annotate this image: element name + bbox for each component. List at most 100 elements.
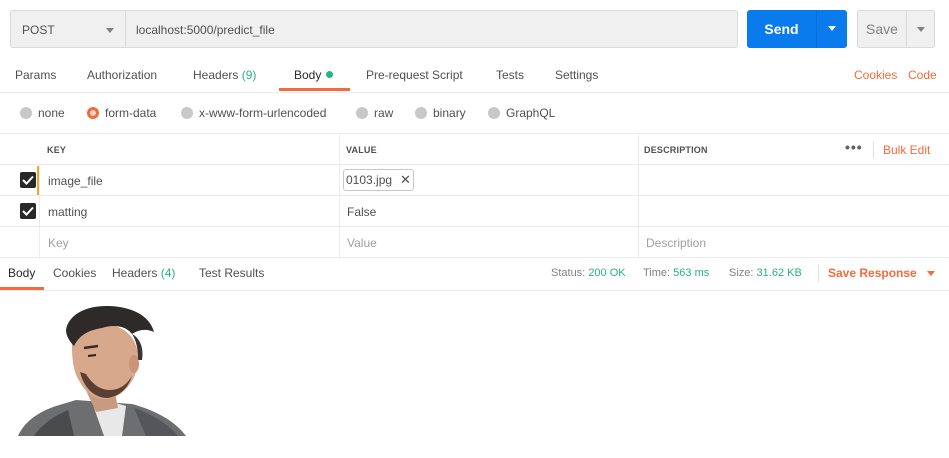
tab-label: Test Results <box>199 266 265 280</box>
tab-label: Tests <box>496 68 525 82</box>
radio-label: raw <box>374 106 394 120</box>
radio-label: form-data <box>105 106 157 120</box>
radio-x-www-form-urlencoded[interactable]: x-www-form-urlencoded <box>181 106 326 120</box>
response-tab-body[interactable]: Body <box>8 258 35 289</box>
radio-raw[interactable]: raw <box>356 106 393 120</box>
method-label: POST <box>22 23 55 37</box>
file-chip[interactable]: 0103.jpg ✕ <box>343 169 414 191</box>
url-input[interactable]: localhost:5000/predict_file <box>125 10 738 48</box>
tab-label: Settings <box>555 68 599 82</box>
active-response-tab-indicator <box>0 287 44 290</box>
response-tab-test-results[interactable]: Test Results <box>199 258 264 289</box>
size-info: Size: 31.62 KB <box>729 258 802 289</box>
tab-label: Pre-request Script <box>366 68 463 82</box>
column-header-key: KEY <box>47 145 67 155</box>
save-button[interactable]: Save <box>857 10 935 48</box>
column-divider <box>339 134 340 259</box>
response-bar: Body Cookies Headers (4) Test Results St… <box>0 258 949 291</box>
response-tab-cookies[interactable]: Cookies <box>53 258 96 289</box>
tab-label: Authorization <box>87 68 158 82</box>
headers-count: (4) <box>160 266 176 280</box>
tab-label: Body <box>294 68 322 82</box>
table-row: image_file 0103.jpg ✕ <box>0 165 949 196</box>
tab-authorization[interactable]: Authorization <box>87 58 157 93</box>
radio-icon <box>20 107 32 119</box>
close-icon[interactable]: ✕ <box>400 170 411 190</box>
radio-icon <box>488 107 500 119</box>
time-value: 563 ms <box>673 267 710 279</box>
tab-headers[interactable]: Headers (9) <box>193 58 256 93</box>
key-cell[interactable]: matting <box>48 205 87 219</box>
radio-none[interactable]: none <box>20 106 65 120</box>
file-name: 0103.jpg <box>346 173 393 187</box>
status-info: Status: 200 OK <box>551 258 626 289</box>
column-divider <box>39 165 40 259</box>
radio-binary[interactable]: binary <box>415 106 466 120</box>
key-placeholder[interactable]: Key <box>48 236 69 250</box>
description-placeholder[interactable]: Description <box>646 236 706 250</box>
status-divider <box>818 265 819 282</box>
radio-icon <box>356 107 368 119</box>
response-tab-headers[interactable]: Headers (4) <box>112 258 175 289</box>
request-tabs: Params Authorization Headers (9) Body Pr… <box>0 58 949 93</box>
radio-icon <box>415 107 427 119</box>
radio-graphql[interactable]: GraphQL <box>488 106 555 120</box>
tab-params[interactable]: Params <box>15 58 56 93</box>
save-response-label: Save Response <box>828 266 917 280</box>
column-header-description: DESCRIPTION <box>644 145 708 155</box>
headers-count: (9) <box>241 68 257 82</box>
size-value: 31.62 KB <box>756 267 802 279</box>
tab-tests[interactable]: Tests <box>496 58 524 93</box>
tab-label: Headers <box>193 68 239 82</box>
tab-label: Cookies <box>53 266 97 280</box>
checkbox-checked-icon[interactable] <box>20 203 36 219</box>
radio-label: GraphQL <box>506 106 556 120</box>
column-divider <box>638 134 639 259</box>
method-select[interactable]: POST <box>10 10 126 48</box>
chevron-down-icon <box>917 27 925 32</box>
tab-pre-request-script[interactable]: Pre-request Script <box>366 58 463 93</box>
status-label: Status: <box>551 267 586 279</box>
send-label: Send <box>764 21 799 37</box>
radio-label: x-www-form-urlencoded <box>199 106 327 120</box>
tab-label: Body <box>8 266 36 280</box>
request-url-bar: POST localhost:5000/predict_file Send Sa… <box>0 0 949 58</box>
response-image <box>18 306 186 436</box>
tab-settings[interactable]: Settings <box>555 58 598 93</box>
checkbox-checked-icon[interactable] <box>20 172 36 188</box>
save-options-button[interactable] <box>907 11 935 47</box>
time-label: Time: <box>643 267 671 279</box>
send-options-button[interactable] <box>817 10 847 48</box>
tab-label: Params <box>15 68 57 82</box>
value-cell[interactable]: False <box>347 205 376 219</box>
cookies-link[interactable]: Cookies <box>854 58 897 93</box>
chevron-down-icon <box>828 26 836 31</box>
radio-label: binary <box>433 106 466 120</box>
url-text: localhost:5000/predict_file <box>136 23 275 37</box>
radio-selected-icon <box>87 107 99 119</box>
body-type-selector: none form-data x-www-form-urlencoded raw… <box>0 93 949 133</box>
tab-label: Headers <box>112 266 158 280</box>
table-header: KEY VALUE DESCRIPTION ••• Bulk Edit <box>0 134 949 165</box>
radio-form-data[interactable]: form-data <box>87 106 156 120</box>
radio-icon <box>181 107 193 119</box>
send-button[interactable]: Send <box>747 10 847 48</box>
column-header-value: VALUE <box>346 145 377 155</box>
code-link[interactable]: Code <box>908 58 937 93</box>
status-dot-icon <box>326 71 334 78</box>
active-tab-indicator <box>279 88 350 91</box>
header-divider <box>873 141 874 158</box>
time-info: Time: 563 ms <box>643 258 709 289</box>
save-label: Save <box>866 21 898 37</box>
chevron-down-icon <box>106 28 114 33</box>
size-label: Size: <box>729 267 754 279</box>
form-data-table: KEY VALUE DESCRIPTION ••• Bulk Edit imag… <box>0 133 949 259</box>
table-row-empty: Key Value Description <box>0 227 949 258</box>
bulk-edit-link[interactable]: Bulk Edit <box>883 143 930 157</box>
save-response-button[interactable]: Save Response <box>828 258 935 289</box>
key-cell[interactable]: image_file <box>48 174 103 188</box>
ellipsis-icon[interactable]: ••• <box>845 139 863 155</box>
status-value: 200 OK <box>588 267 626 279</box>
value-placeholder[interactable]: Value <box>347 236 377 250</box>
chevron-down-icon <box>926 271 935 276</box>
